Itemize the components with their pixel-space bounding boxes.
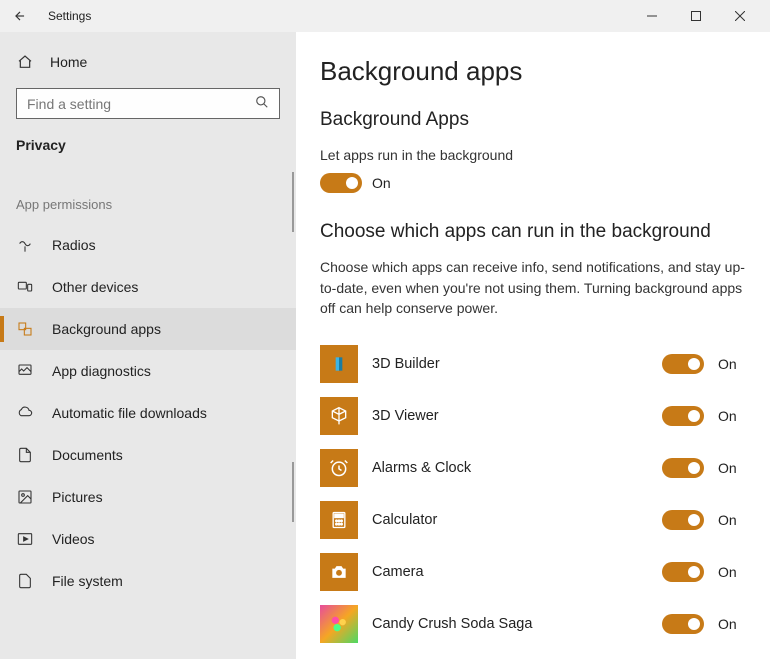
app-name-label: Camera [372,564,648,580]
sidebar-item-file-downloads[interactable]: Automatic file downloads [0,392,296,434]
sidebar-item-label: File system [52,573,123,589]
app-row-3d-builder: 3D Builder On [320,338,746,390]
diagnostics-icon [16,362,34,380]
sidebar-item-other-devices[interactable]: Other devices [0,266,296,308]
app-row-alarms: Alarms & Clock On [320,442,746,494]
section-heading-apps: Choose which apps can run in the backgro… [320,221,746,243]
app-icon-candy-crush [320,605,358,643]
app-toggle-state: On [718,564,746,580]
maximize-button[interactable] [674,0,718,32]
sidebar: Home Privacy App permissions Radios [0,32,296,659]
search-box[interactable] [16,88,280,119]
master-toggle-row: On [320,173,746,193]
sidebar-home[interactable]: Home [0,44,296,80]
app-toggle-state: On [718,616,746,632]
app-row-3d-viewer: 3D Viewer On [320,390,746,442]
document-icon [16,446,34,464]
sidebar-scroll-indicator[interactable] [292,462,294,522]
app-toggle-3d-viewer[interactable] [662,406,704,426]
app-name-label: Alarms & Clock [372,460,648,476]
radio-icon [16,236,34,254]
master-toggle[interactable] [320,173,362,193]
app-icon-calculator [320,501,358,539]
pictures-icon [16,488,34,506]
sidebar-item-background-apps[interactable]: Background apps [0,308,296,350]
sidebar-item-documents[interactable]: Documents [0,434,296,476]
sidebar-home-label: Home [50,54,87,70]
devices-icon [16,278,34,296]
back-button[interactable] [8,4,32,28]
sidebar-item-app-diagnostics[interactable]: App diagnostics [0,350,296,392]
sidebar-item-label: App diagnostics [52,363,151,379]
sidebar-item-radios[interactable]: Radios [0,224,296,266]
sidebar-group-label: App permissions [0,171,296,224]
app-row-candy-crush: Candy Crush Soda Saga On [320,598,746,650]
app-body: Home Privacy App permissions Radios [0,32,770,659]
main-content: Background apps Background Apps Let apps… [296,32,770,659]
sidebar-item-file-system[interactable]: File system [0,560,296,602]
search-input[interactable] [27,96,255,112]
app-list: 3D Builder On 3D Viewer On Alarms & Cloc… [320,338,746,650]
window-title: Settings [48,9,91,23]
window-controls [630,0,762,32]
sidebar-item-label: Other devices [52,279,138,295]
app-row-camera: Camera On [320,546,746,598]
titlebar: Settings [0,0,770,32]
sidebar-item-label: Pictures [52,489,103,505]
file-system-icon [16,572,34,590]
app-toggle-state: On [718,460,746,476]
sidebar-section-label: Privacy [0,131,296,171]
app-name-label: 3D Viewer [372,408,648,424]
sidebar-item-label: Background apps [52,321,161,337]
app-toggle-camera[interactable] [662,562,704,582]
section-heading-master: Background Apps [320,109,746,131]
sidebar-scroll-indicator[interactable] [292,172,294,232]
videos-icon [16,530,34,548]
app-name-label: 3D Builder [372,356,648,372]
sidebar-item-pictures[interactable]: Pictures [0,476,296,518]
app-icon-camera [320,553,358,591]
cloud-icon [16,404,34,422]
app-toggle-calculator[interactable] [662,510,704,530]
sidebar-item-label: Documents [52,447,123,463]
background-apps-icon [16,320,34,338]
search-icon [255,95,269,112]
app-toggle-state: On [718,356,746,372]
app-icon-3d-builder [320,345,358,383]
app-toggle-state: On [718,512,746,528]
app-row-calculator: Calculator On [320,494,746,546]
minimize-button[interactable] [630,0,674,32]
app-icon-alarms [320,449,358,487]
sidebar-item-label: Automatic file downloads [52,405,207,421]
app-toggle-3d-builder[interactable] [662,354,704,374]
master-toggle-desc: Let apps run in the background [320,145,746,165]
app-icon-3d-viewer [320,397,358,435]
section-desc-apps: Choose which apps can receive info, send… [320,257,746,318]
close-button[interactable] [718,0,762,32]
app-name-label: Calculator [372,512,648,528]
sidebar-item-label: Videos [52,531,95,547]
sidebar-item-videos[interactable]: Videos [0,518,296,560]
app-toggle-state: On [718,408,746,424]
app-name-label: Candy Crush Soda Saga [372,616,648,632]
sidebar-item-label: Radios [52,237,96,253]
home-icon [16,54,34,70]
app-toggle-alarms[interactable] [662,458,704,478]
page-heading: Background apps [320,56,746,87]
app-toggle-candy-crush[interactable] [662,614,704,634]
master-toggle-state: On [372,175,391,191]
